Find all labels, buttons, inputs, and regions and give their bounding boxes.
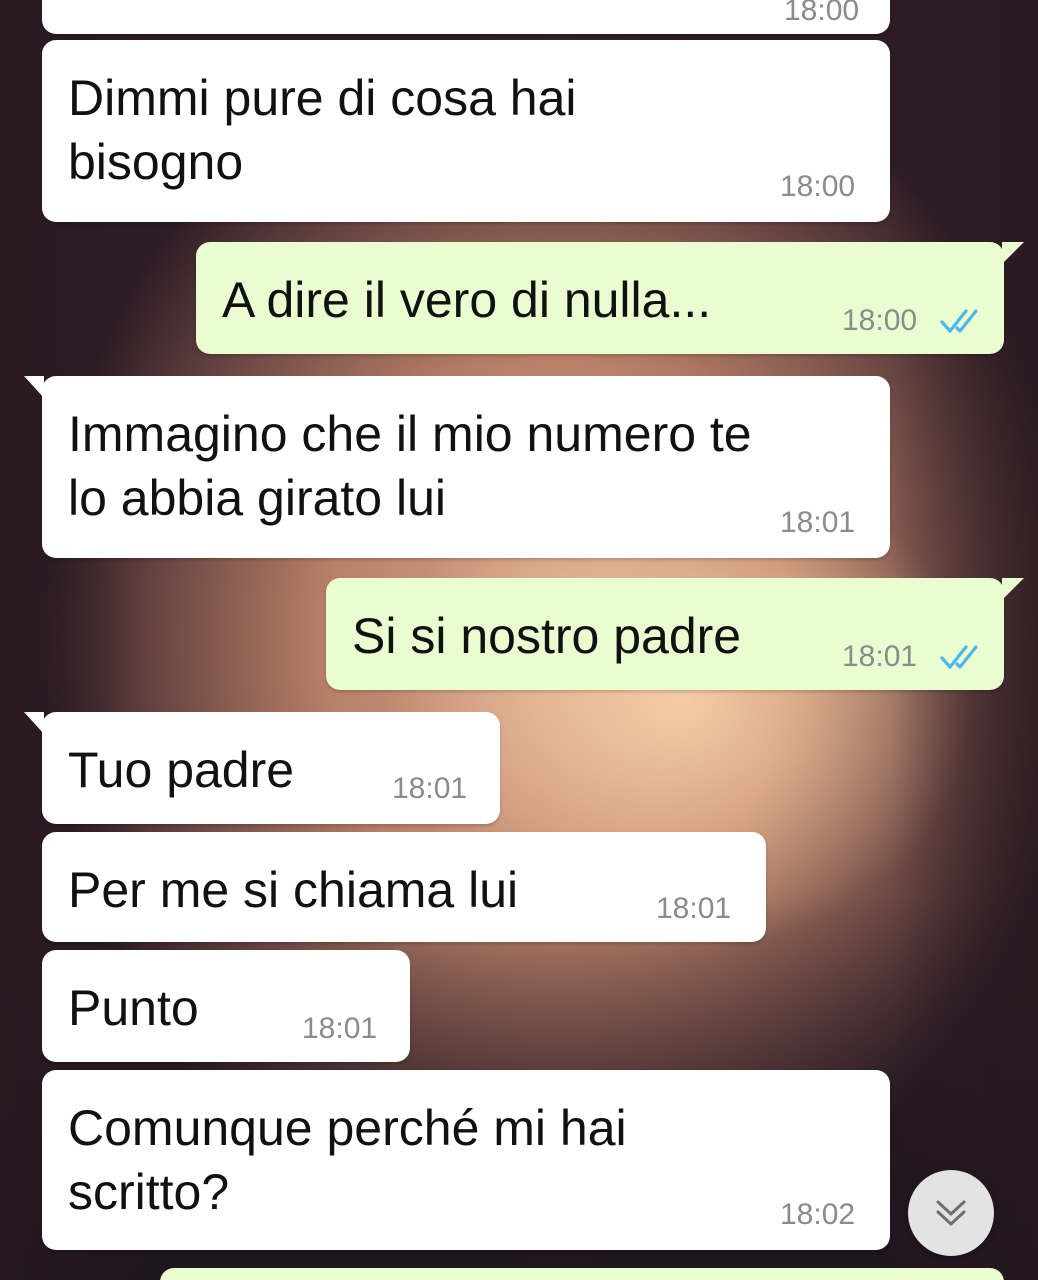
- message-text: Si si nostro padre: [352, 608, 742, 664]
- message-bubble-outgoing[interactable]: A dire il vero di nulla... 18:00: [196, 242, 1024, 354]
- message-text: A dire il vero di nulla...: [222, 272, 712, 328]
- message-text: Dimmi pure di cosa hai bisogno: [68, 70, 577, 190]
- message-timestamp: 18:01: [392, 772, 468, 805]
- message-text: Immagino che il mio numero te lo abbia g…: [68, 406, 752, 526]
- message-bubble-outgoing[interactable]: [160, 1268, 1004, 1280]
- message-timestamp: 18:01: [302, 1012, 378, 1045]
- message-timestamp: 18:00: [780, 170, 856, 203]
- message-text: Per me si chiama lui: [68, 862, 519, 918]
- message-bubble-incoming[interactable]: 18:00: [42, 0, 890, 34]
- message-bubble-incoming[interactable]: Comunque perché mi hai scritto? 18:02: [42, 1070, 890, 1250]
- scroll-to-bottom-button[interactable]: [908, 1170, 994, 1256]
- message-timestamp: 18:02: [780, 1198, 856, 1231]
- message-timestamp: 18:01: [780, 506, 856, 539]
- message-timestamp: 18:01: [842, 640, 918, 673]
- message-bubble-incoming[interactable]: Per me si chiama lui 18:01: [42, 832, 766, 942]
- chevron-double-down-icon: [936, 1200, 966, 1226]
- message-timestamp: 18:01: [656, 892, 732, 925]
- message-text: Punto: [68, 980, 199, 1036]
- double-check-icon: [940, 309, 978, 333]
- message-text: Tuo padre: [68, 742, 295, 798]
- message-bubble-outgoing[interactable]: Si si nostro padre 18:01: [326, 578, 1024, 690]
- message-bubble-incoming[interactable]: Tuo padre 18:01: [24, 712, 500, 824]
- message-text: Comunque perché mi hai scritto?: [68, 1100, 627, 1220]
- message-bubble-incoming[interactable]: Dimmi pure di cosa hai bisogno 18:00: [42, 40, 890, 222]
- message-timestamp: 18:00: [842, 304, 918, 337]
- double-check-icon: [940, 645, 978, 669]
- message-bubble-incoming[interactable]: Punto 18:01: [42, 950, 410, 1062]
- message-bubble-incoming[interactable]: Immagino che il mio numero te lo abbia g…: [24, 376, 890, 558]
- message-timestamp: 18:00: [784, 0, 860, 27]
